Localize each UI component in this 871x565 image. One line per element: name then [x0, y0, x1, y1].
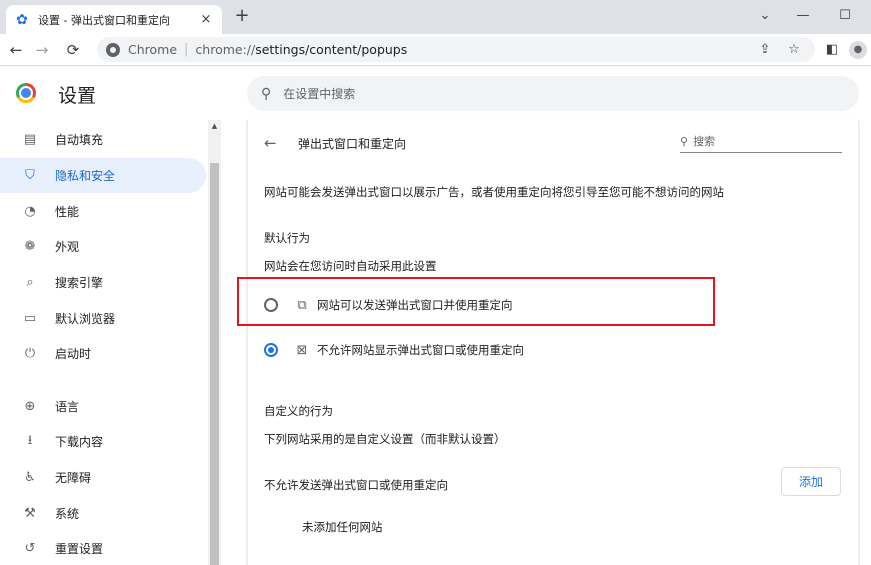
sidebar-item-label: 外观 — [55, 240, 80, 254]
default-behavior-subtext: 网站会在您访问时自动采用此设置 — [264, 259, 437, 273]
sidebar-item-default-browser[interactable]: ▭ 默认浏览器 — [0, 301, 206, 336]
power-icon: ⏻ — [24, 346, 36, 361]
subpage-search-input[interactable] — [693, 135, 824, 148]
search-icon: ⚲ — [261, 85, 272, 102]
sidebar-item-label: 启动时 — [55, 347, 92, 361]
sidebar-item-label: 自动填充 — [55, 133, 104, 147]
add-site-button[interactable]: 添加 — [781, 467, 841, 496]
minimize-button[interactable]: — — [784, 0, 822, 30]
page-title: 设置 — [58, 85, 97, 107]
sidebar-item-label: 性能 — [55, 205, 80, 219]
tab-settings[interactable]: ✿ 设置 - 弹出式窗口和重定向 × — [6, 5, 222, 34]
sidebar-item-label: 默认浏览器 — [55, 312, 116, 326]
description-text: 网站可能会发送弹出式窗口以展示广告，或者使用重定向将您引导至您可能不想访问的网站 — [264, 185, 724, 199]
block-list-label: 不允许发送弹出式窗口或使用重定向 — [264, 478, 448, 492]
shield-icon: ⛉ — [25, 168, 35, 183]
chrome-site-icon — [106, 42, 120, 57]
speedometer-icon: ◔ — [24, 204, 36, 219]
sidebar-item-privacy[interactable]: ⛉ 隐私和安全 — [0, 158, 206, 193]
profile-icon[interactable]: ● — [849, 41, 867, 59]
chrome-logo-icon — [16, 83, 36, 103]
back-button[interactable]: ← — [6, 40, 26, 60]
search-icon: ⌕ — [26, 275, 34, 290]
browser-window-icon: ▭ — [23, 311, 37, 326]
back-arrow-icon[interactable]: ← — [264, 134, 277, 152]
sidebar-item-autofill[interactable]: ▤ 自动填充 — [0, 122, 206, 157]
address-path: settings/content/popups — [255, 42, 408, 57]
address-host: Chrome — [128, 42, 178, 57]
browser-toolbar: ← → ⟳ Chrome | chrome:// settings/conten… — [0, 34, 871, 66]
highlight-annotation — [237, 277, 715, 326]
sidebar-item-on-startup[interactable]: ⏻ 启动时 — [0, 336, 206, 371]
sidebar-item-label: 重置设置 — [55, 542, 104, 556]
custom-behavior-subtext: 下列网站采用的是自定义设置（而非默认设置） — [264, 432, 506, 446]
sidebar-item-search-engine[interactable]: ⌕ 搜索引擎 — [0, 265, 206, 300]
radio-block[interactable] — [264, 343, 278, 357]
subpage-title: 弹出式窗口和重定向 — [298, 137, 407, 151]
sidebar-item-label: 隐私和安全 — [55, 169, 116, 183]
sidebar-item-system[interactable]: ⚒ 系统 — [0, 496, 206, 531]
settings-search[interactable]: ⚲ — [247, 76, 859, 111]
wrench-icon: ⚒ — [24, 506, 36, 521]
forward-button[interactable]: → — [32, 40, 52, 60]
share-icon[interactable]: ⇪ — [756, 41, 774, 59]
sidebar-item-label: 系统 — [55, 507, 80, 521]
sidebar-scroll-thumb[interactable] — [210, 163, 219, 565]
scroll-up-arrow-icon[interactable]: ▲ — [208, 120, 221, 132]
sidebar-item-label: 下载内容 — [55, 435, 104, 449]
sidebar-item-downloads[interactable]: ⭳ 下载内容 — [0, 424, 206, 459]
clipboard-icon: ▤ — [23, 132, 37, 147]
option-block-popups[interactable]: ⊠ 不允许网站显示弹出式窗口或使用重定向 — [264, 338, 524, 362]
popup-blocked-icon: ⊠ — [296, 342, 308, 358]
sidebar-item-performance[interactable]: ◔ 性能 — [0, 194, 206, 229]
palette-icon: ❁ — [24, 239, 36, 254]
custom-behavior-heading: 自定义的行为 — [264, 404, 333, 418]
sidebar-item-accessibility[interactable]: ♿ 无障碍 — [0, 460, 206, 495]
tab-title: 设置 - 弹出式窗口和重定向 — [38, 13, 170, 27]
side-panel-icon[interactable]: ◧ — [823, 41, 841, 59]
subpage-search[interactable]: ⚲ — [680, 131, 842, 153]
close-icon[interactable]: × — [198, 12, 214, 27]
sidebar-item-appearance[interactable]: ❁ 外观 — [0, 229, 206, 264]
sidebar-item-label: 无障碍 — [55, 471, 92, 485]
star-icon[interactable]: ☆ — [785, 41, 803, 59]
accessibility-icon: ♿ — [24, 470, 36, 485]
sidebar-item-label: 搜索引擎 — [55, 276, 104, 290]
tab-strip: ✿ 设置 - 弹出式窗口和重定向 × + ⌄ — ☐ — [0, 0, 871, 34]
sidebar-item-reset[interactable]: ↺ 重置设置 — [0, 531, 206, 565]
settings-search-input[interactable] — [283, 86, 784, 101]
globe-icon: ⊕ — [24, 399, 36, 414]
address-scheme: chrome:// — [195, 42, 256, 57]
settings-header: 设置 ⚲ — [0, 67, 871, 120]
chevron-down-icon[interactable]: ⌄ — [746, 0, 784, 30]
option-block-label: 不允许网站显示弹出式窗口或使用重定向 — [317, 343, 524, 357]
download-icon: ⭳ — [27, 432, 33, 448]
new-tab-button[interactable]: + — [232, 6, 252, 26]
address-separator: | — [184, 42, 189, 57]
sidebar: ▤ 自动填充 ⛉ 隐私和安全 ◔ 性能 ❁ 外观 ⌕ 搜索引擎 ▭ 默认浏览器 … — [0, 120, 208, 565]
search-icon: ⚲ — [680, 135, 689, 148]
maximize-button[interactable]: ☐ — [826, 0, 864, 30]
address-bar[interactable]: Chrome | chrome:// settings/content/popu… — [97, 37, 815, 62]
sidebar-item-label: 语言 — [55, 400, 80, 414]
reload-button[interactable]: ⟳ — [63, 40, 83, 60]
sidebar-item-languages[interactable]: ⊕ 语言 — [0, 389, 206, 424]
empty-list-text: 未添加任何网站 — [302, 520, 383, 534]
history-icon: ↺ — [24, 541, 36, 556]
gear-icon: ✿ — [16, 11, 28, 28]
default-behavior-heading: 默认行为 — [264, 231, 310, 245]
